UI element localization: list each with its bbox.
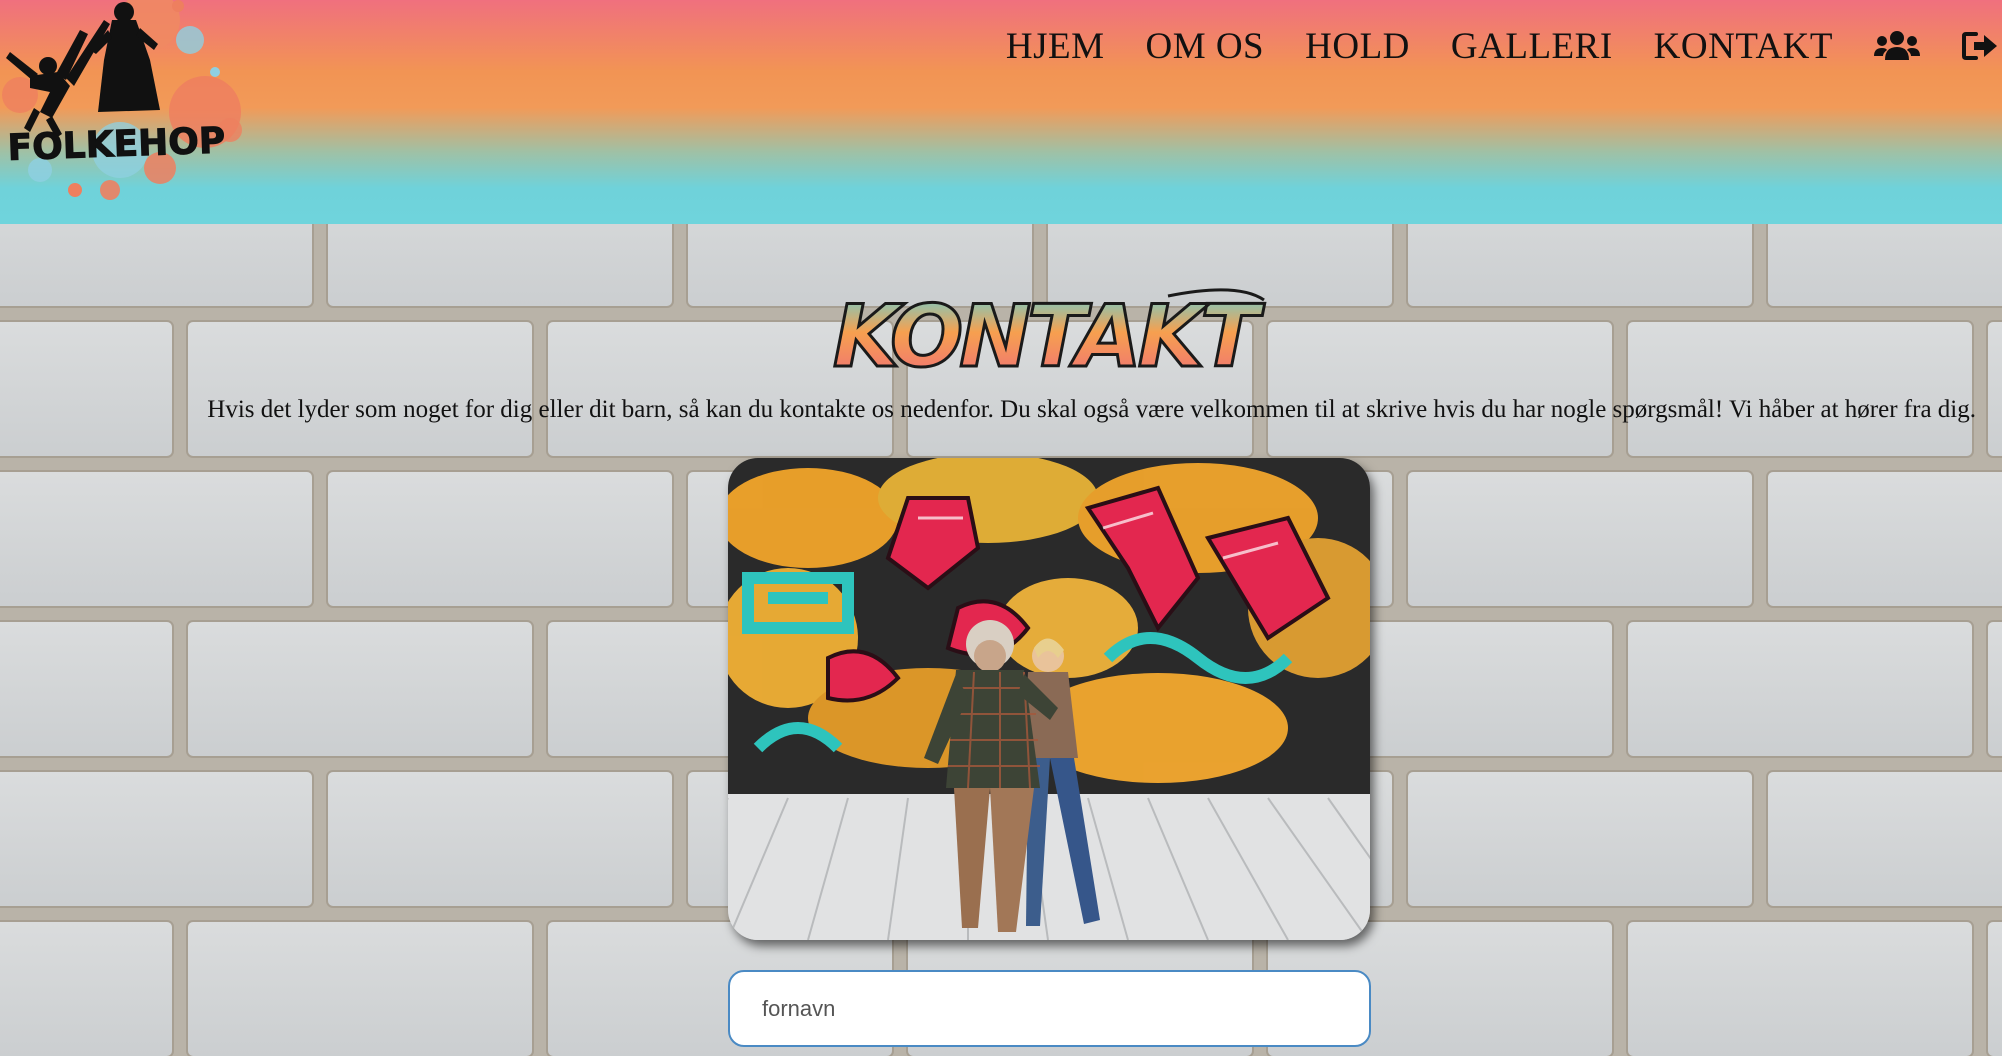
logo-graphic: FOLKEHOP (2, 0, 242, 200)
brick (1626, 620, 1974, 758)
brick (1766, 224, 2002, 308)
sign-out-icon[interactable] (1962, 30, 1998, 62)
brick (1766, 470, 2002, 608)
intro-text: Hvis det lyder som noget for dig eller d… (207, 396, 1976, 423)
folkehop-logo[interactable]: FOLKEHOP (0, 0, 250, 216)
brick (0, 770, 314, 908)
nav-om-os[interactable]: OM OS (1145, 25, 1264, 68)
nav-galleri[interactable]: GALLERI (1451, 25, 1613, 68)
brick (0, 224, 314, 308)
first-name-input[interactable] (728, 970, 1371, 1047)
brick (1766, 770, 2002, 908)
brick (1986, 320, 2002, 458)
main-nav: HJEM OM OS HOLD GALLERI KONTAKT (1006, 18, 2002, 74)
brick (1626, 320, 1974, 458)
brick (0, 320, 174, 458)
brick (1406, 770, 1754, 908)
brick (186, 920, 534, 1056)
brick (186, 320, 534, 458)
nav-hjem[interactable]: HJEM (1006, 25, 1105, 68)
nav-kontakt[interactable]: KONTAKT (1654, 25, 1833, 68)
brick (326, 224, 674, 308)
kontakt-heading-art: KONTAKT (818, 286, 1270, 389)
nav-hold[interactable]: HOLD (1305, 25, 1410, 68)
page-heading: KONTAKT (833, 287, 1265, 387)
brick (1406, 224, 1754, 308)
logo-text: FOLKEHOP (7, 120, 226, 169)
brick (1626, 920, 1974, 1056)
brick (326, 770, 674, 908)
brick (326, 470, 674, 608)
brick (0, 920, 174, 1056)
brick (1406, 470, 1754, 608)
brick (0, 620, 174, 758)
brick (1986, 620, 2002, 758)
dancing-couple-photo (728, 458, 1370, 940)
site-header: FOLKEHOP HJEM OM OS HOLD GALLERI KONTAKT (0, 0, 2002, 224)
brick (186, 620, 534, 758)
brick (0, 470, 314, 608)
brick (1986, 920, 2002, 1056)
brick (1266, 320, 1614, 458)
users-icon[interactable] (1874, 30, 1920, 62)
